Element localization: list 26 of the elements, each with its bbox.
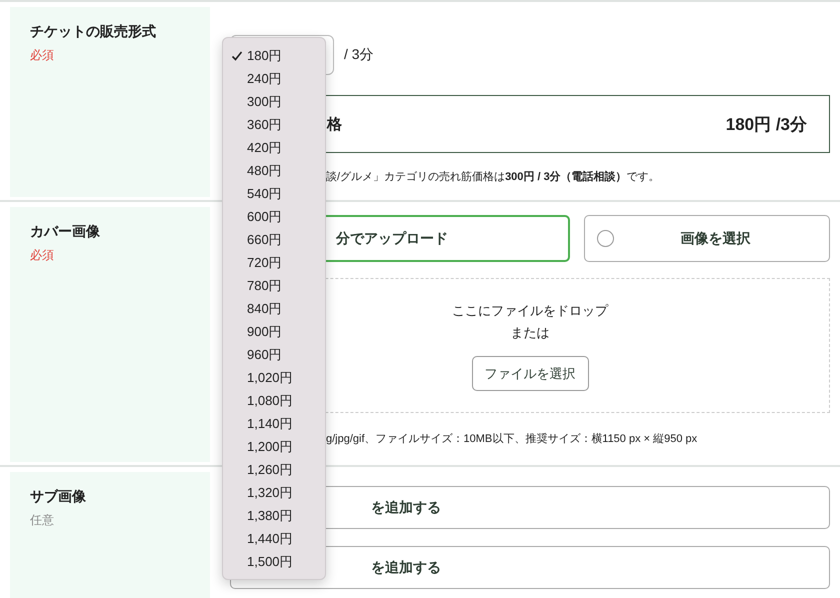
file-requirements: g/jpg/gif、ファイルサイズ：10MB以下、推奨サイズ：横1150 px × 縦950 px: [326, 432, 698, 446]
price-hint: 談/グルメ」カテゴリの売れ筋価格は300円 / 3分（電話相談）です。: [326, 170, 661, 184]
radio-icon: [597, 230, 614, 247]
price-label: 格: [327, 114, 342, 134]
menu-item[interactable]: 1,260円: [223, 458, 325, 481]
requirement-label: 任意: [30, 512, 55, 529]
menu-item[interactable]: 540円: [223, 182, 325, 205]
price-value: 180円 /3分: [726, 114, 807, 136]
drop-text: または: [510, 324, 550, 342]
menu-item[interactable]: 300円: [223, 90, 325, 113]
requirement-label: 必須: [30, 47, 55, 64]
menu-item[interactable]: 180円: [223, 44, 325, 67]
choose-file-button[interactable]: ファイルを選択: [472, 356, 588, 391]
menu-item[interactable]: 240円: [223, 67, 325, 90]
menu-item[interactable]: 480円: [223, 159, 325, 182]
menu-item[interactable]: 360円: [223, 113, 325, 136]
requirement-label: 必須: [30, 247, 55, 264]
drop-text: ここにファイルをドロップ: [452, 302, 608, 320]
menu-item[interactable]: 420円: [223, 136, 325, 159]
field-label: カバー画像: [30, 223, 101, 241]
field-label: サブ画像: [30, 488, 87, 506]
unit-label: / 3分: [344, 46, 374, 64]
field-label: チケットの販売形式: [30, 23, 157, 41]
menu-item[interactable]: 1,200円: [223, 435, 325, 458]
upload-option[interactable]: 画像を選択: [584, 215, 830, 262]
menu-item[interactable]: 1,140円: [223, 412, 325, 435]
